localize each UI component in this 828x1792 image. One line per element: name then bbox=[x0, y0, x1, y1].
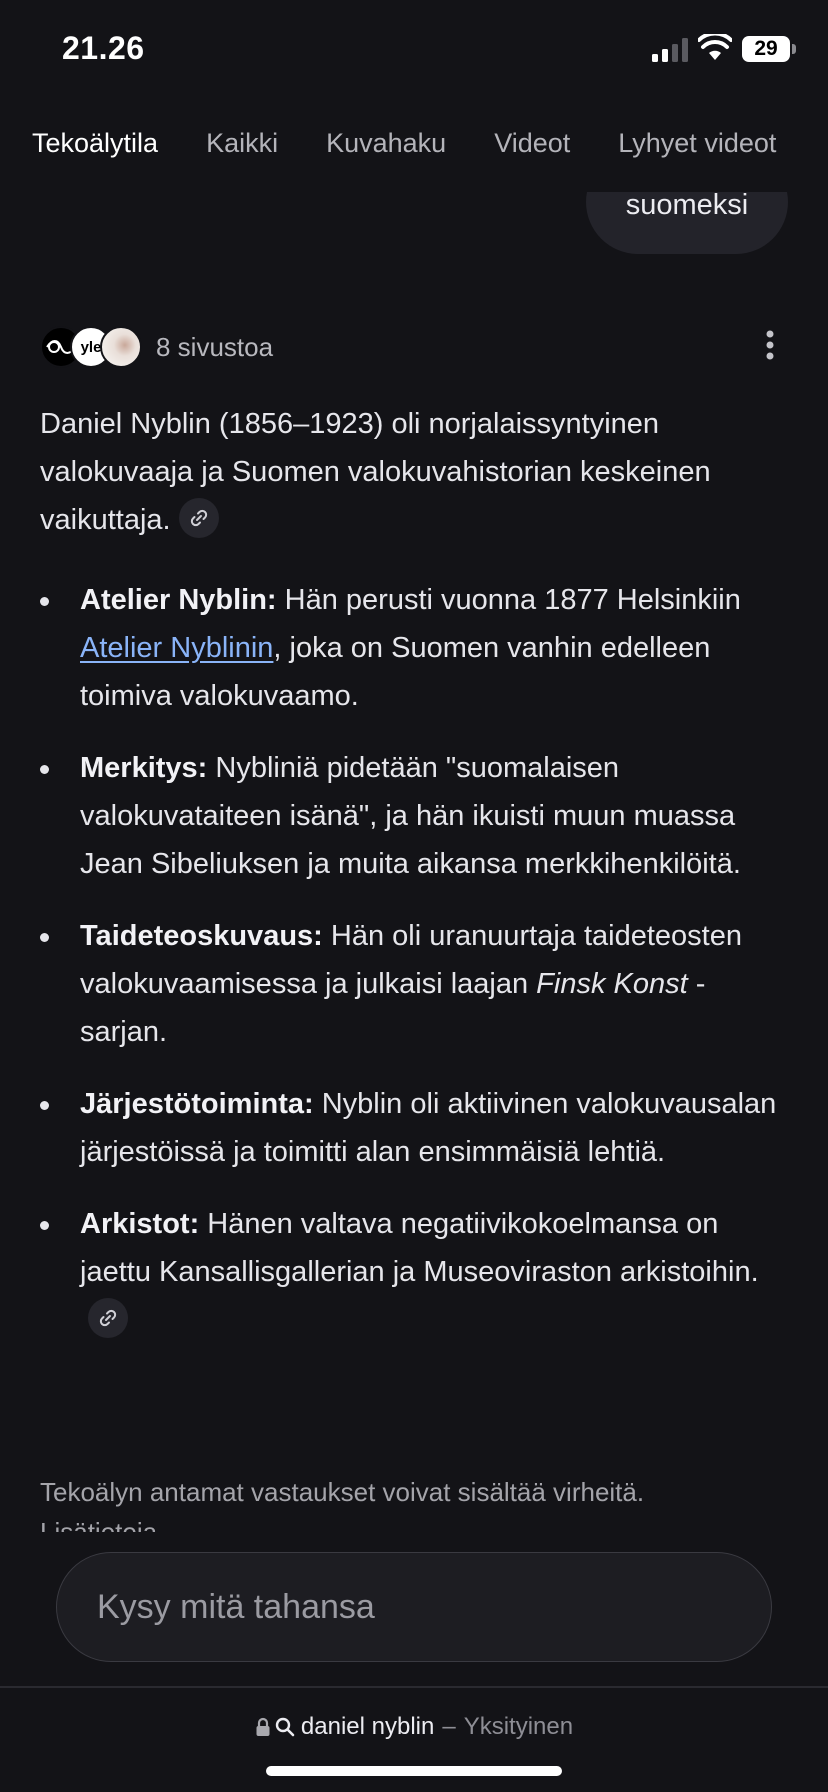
bottom-divider bbox=[0, 1686, 828, 1688]
url-separator: – bbox=[442, 1713, 456, 1740]
ask-placeholder: Kysy mitä tahansa bbox=[97, 1587, 375, 1626]
link-icon[interactable] bbox=[88, 1298, 128, 1339]
status-bar: 21.26 29 bbox=[0, 0, 828, 100]
url-bar[interactable]: daniel nyblin – Yksityinen bbox=[0, 1710, 828, 1744]
atelier-nyblin-link[interactable]: Atelier Nyblinin bbox=[80, 632, 273, 664]
battery-indicator: 29 bbox=[742, 36, 790, 62]
sources-row[interactable]: yle 8 sivustoa bbox=[40, 325, 273, 369]
tab-all[interactable]: Kaikki bbox=[206, 118, 278, 166]
learn-more-link[interactable]: Lisätietoja bbox=[40, 1512, 792, 1532]
tab-images[interactable]: Kuvahaku bbox=[326, 118, 446, 166]
answer-bullets: Atelier Nyblin: Hän perusti vuonna 1877 … bbox=[40, 576, 792, 1344]
more-icon[interactable] bbox=[764, 330, 776, 360]
link-icon[interactable] bbox=[178, 498, 219, 539]
wifi-icon bbox=[698, 34, 732, 60]
home-indicator[interactable] bbox=[266, 1766, 562, 1776]
ask-input[interactable]: Kysy mitä tahansa bbox=[56, 1552, 772, 1662]
bullet-artwork-photography: Taideteoskuvaus: Hän oli uranuurtaja tai… bbox=[40, 912, 792, 1056]
bullet-organizations: Järjestötoiminta: Nyblin oli aktiivinen … bbox=[40, 1080, 792, 1176]
ai-answer: Daniel Nyblin (1856–1923) oli norjalaiss… bbox=[40, 400, 792, 1368]
bullet-significance: Merkitys: Nybliniä pidetään "suomalaisen… bbox=[40, 744, 792, 888]
tab-videos[interactable]: Videot bbox=[494, 118, 570, 166]
search-icon bbox=[275, 1717, 295, 1737]
private-mode-label: Yksityinen bbox=[463, 1713, 574, 1740]
tab-ai-mode[interactable]: Tekoälytila bbox=[32, 118, 158, 166]
query-text: suomeksi bbox=[625, 189, 749, 221]
answer-intro: Daniel Nyblin (1856–1923) oli norjalaiss… bbox=[40, 400, 792, 544]
signal-icon bbox=[652, 38, 688, 62]
bullet-archives: Arkistot: Hänen valtava negatiivikokoelm… bbox=[40, 1200, 792, 1344]
source-favicon-3 bbox=[100, 326, 142, 368]
status-time: 21.26 bbox=[62, 30, 145, 66]
lock-icon bbox=[256, 1717, 270, 1736]
ai-disclaimer: Tekoälyn antamat vastaukset voivat sisäl… bbox=[40, 1472, 792, 1532]
search-tabs: Tekoälytila Kaikki Kuvahaku Videot Lyhye… bbox=[0, 118, 828, 166]
sources-count: 8 sivustoa bbox=[156, 331, 274, 362]
url-query: daniel nyblin bbox=[300, 1713, 435, 1740]
bullet-atelier: Atelier Nyblin: Hän perusti vuonna 1877 … bbox=[40, 576, 792, 720]
tab-short-videos[interactable]: Lyhyet videot bbox=[618, 118, 776, 166]
battery-tip bbox=[792, 44, 796, 54]
